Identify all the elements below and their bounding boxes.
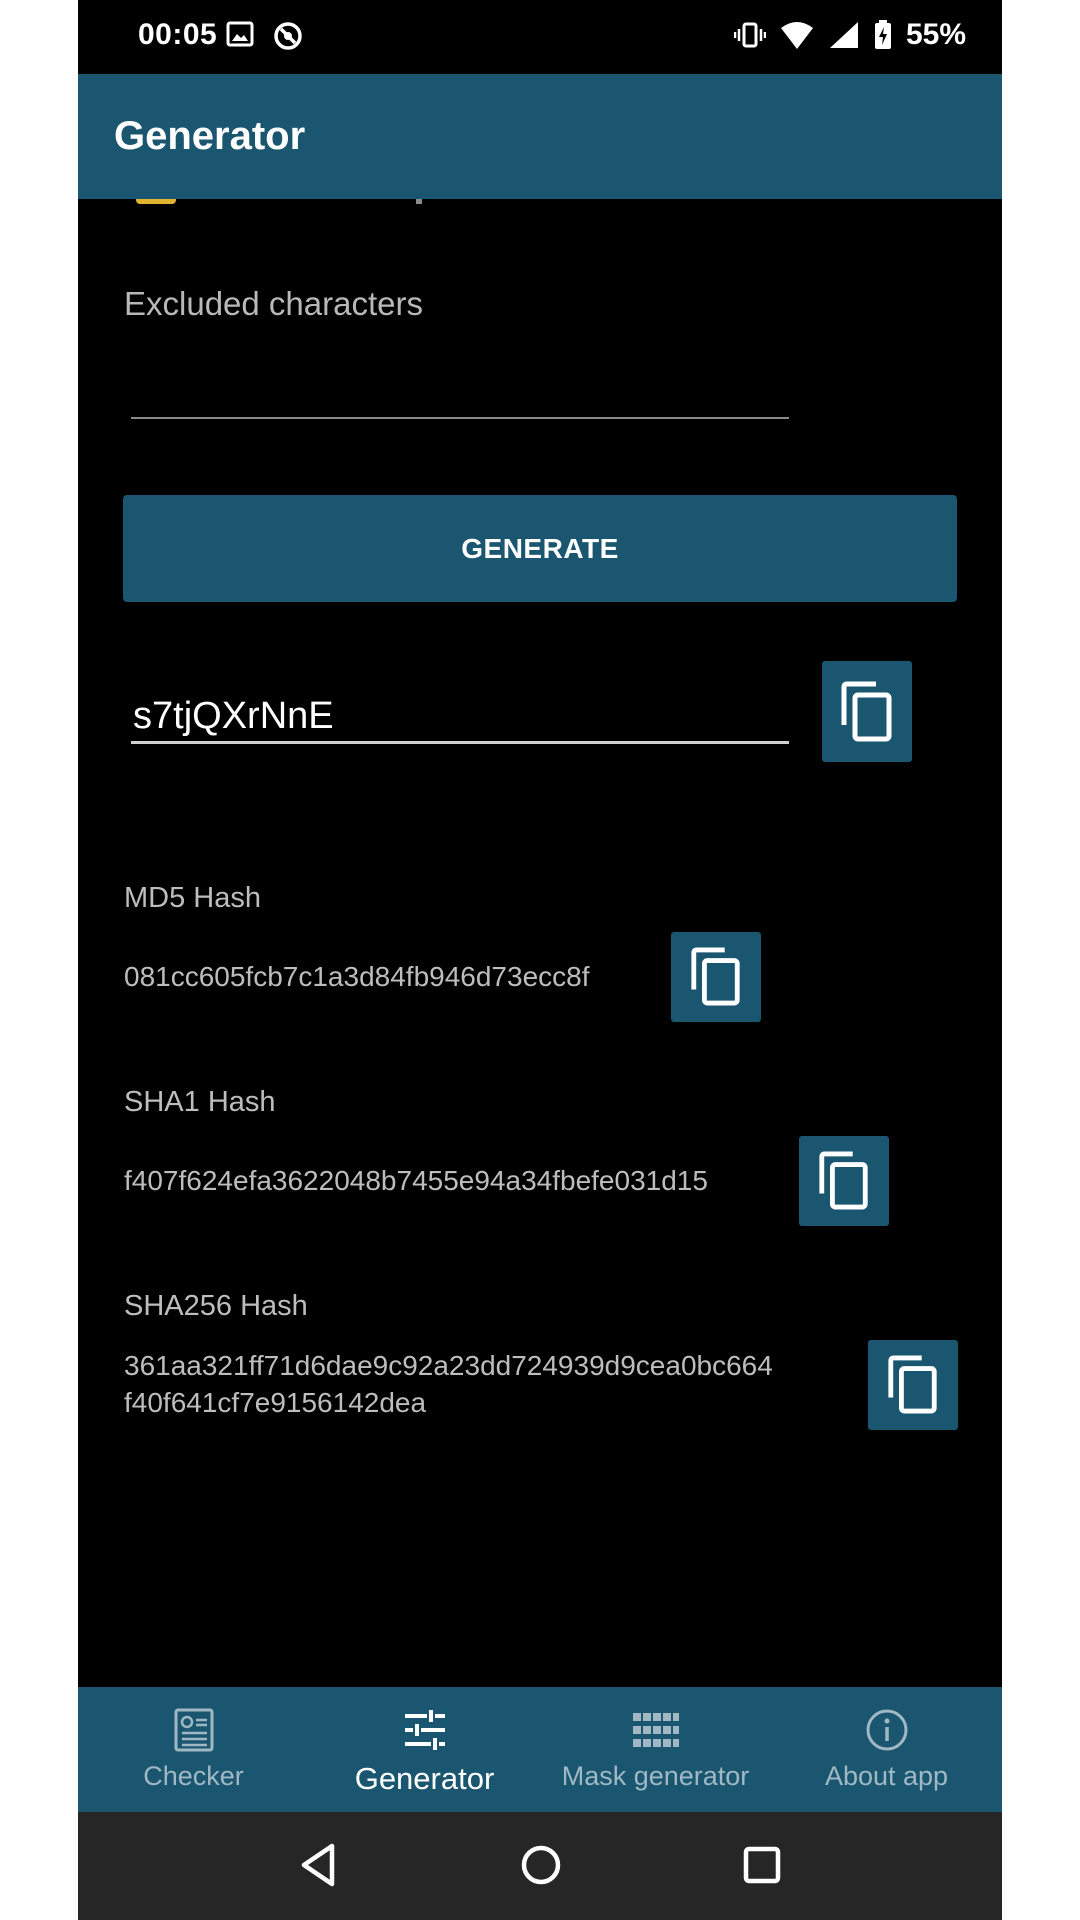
excluded-input-underline [131,417,789,419]
bottom-navigation: Checker Generator Mask generator About a… [78,1687,1002,1812]
vibrate-icon [733,22,766,48]
copy-icon [841,681,892,741]
signal-icon [829,22,858,48]
nav-label-generator: Generator [354,1761,495,1796]
wifi-icon [780,22,813,49]
sha256-hash-label: SHA256 Hash [124,1290,308,1322]
sha1-hash-label: SHA1 Hash [124,1086,276,1118]
grid-icon [632,1707,679,1753]
sha256-hash-value-line2: f40f641cf7e9156142dea [124,1387,427,1418]
copy-password-button[interactable] [822,661,912,762]
checker-icon [174,1707,214,1753]
status-notification-icons [226,20,304,52]
app-title: Generator [114,114,306,158]
copy-icon [691,947,740,1006]
sha1-hash-value: f407f624efa3622048b7455e94a34fbefe031d15 [124,1165,708,1196]
copy-icon [819,1151,868,1210]
excluded-characters-input[interactable] [131,350,793,408]
generated-password-field[interactable] [131,687,793,745]
copy-sha1-button[interactable] [799,1136,889,1226]
status-system-icons: 55% [733,18,966,52]
nav-label-about-app: About app [824,1761,949,1791]
nav-item-checker[interactable]: Checker [78,1687,309,1812]
app-bar: Generator [78,74,1002,199]
status-time: 00:05 [138,18,218,51]
info-icon [865,1707,909,1753]
copy-md5-button[interactable] [671,932,761,1022]
generate-button[interactable]: GENERATE [123,495,957,602]
image-icon [226,21,254,47]
recents-icon[interactable] [742,1842,782,1888]
back-icon[interactable] [298,1842,338,1888]
sliders-icon [403,1707,447,1753]
sync-off-icon [274,22,302,50]
nav-label-mask-generator: Mask generator [561,1761,750,1791]
system-navigation-bar [78,1812,1002,1920]
excluded-characters-label: Excluded characters [124,285,423,322]
md5-hash-label: MD5 Hash [124,882,261,914]
nav-label-checker: Checker [143,1761,244,1791]
battery-percentage: 55% [905,18,966,51]
status-bar: 00:05 55% [78,0,1002,74]
sha256-hash-value-line1: 361aa321ff71d6dae9c92a23dd724939d9cea0bc… [124,1350,773,1381]
copy-sha256-button[interactable] [868,1340,958,1430]
battery-icon [874,20,891,49]
copy-icon [888,1355,937,1414]
nav-item-generator[interactable]: Generator [309,1687,540,1812]
nav-item-mask-generator[interactable]: Mask generator [540,1687,771,1812]
nav-item-about-app[interactable]: About app [771,1687,1002,1812]
md5-hash-value: 081cc605fcb7c1a3d84fb946d73ecc8f [124,961,590,992]
home-icon[interactable] [520,1842,562,1888]
password-underline [131,741,789,744]
phone-screen: 00:05 55% Generator Excluded characters … [78,0,1002,1920]
